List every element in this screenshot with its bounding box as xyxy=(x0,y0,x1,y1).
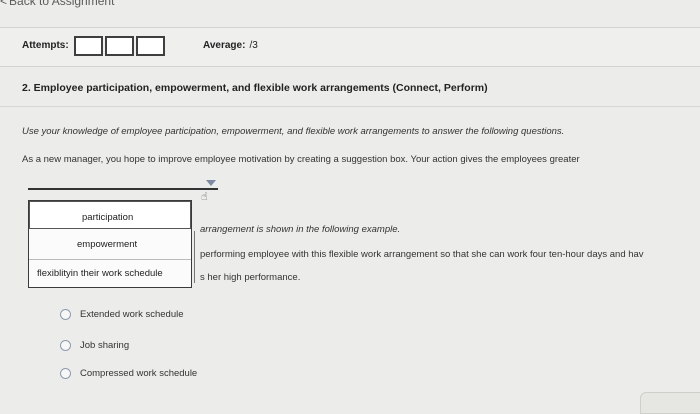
example-text-line-2: performing employee with this flexible w… xyxy=(200,249,644,260)
option-label: empowerment xyxy=(77,239,138,250)
average-text: Average: xyxy=(203,40,246,51)
dropdown-option-flexibility[interactable]: flexiblityin their work schedule xyxy=(29,259,191,287)
divider xyxy=(194,231,195,283)
chevron-left-icon: < xyxy=(0,0,8,8)
attempt-box-2 xyxy=(105,36,134,56)
attempt-box-1 xyxy=(74,36,103,56)
corner-tab xyxy=(640,392,700,414)
radio-button[interactable] xyxy=(60,340,71,351)
question-title: 2. Employee participation, empowerment, … xyxy=(22,82,488,94)
divider xyxy=(0,106,700,107)
radio-button[interactable] xyxy=(60,309,71,320)
choice-label: Job sharing xyxy=(80,340,130,351)
question-prompt: As a new manager, you hope to improve em… xyxy=(22,154,580,165)
back-link-label: Back to Assignment xyxy=(9,0,115,8)
back-to-assignment-link[interactable]: < Back to Assignment xyxy=(0,0,114,8)
attempts-label: Attempts: xyxy=(22,40,69,51)
average-label: Average:/3 xyxy=(203,40,258,51)
option-label: participation xyxy=(82,212,134,223)
dropdown-blank[interactable] xyxy=(28,188,218,190)
radio-button[interactable] xyxy=(60,368,71,379)
dropdown-option-participation[interactable]: participation xyxy=(29,201,191,229)
attempt-box-3 xyxy=(136,36,165,56)
average-value: /3 xyxy=(249,40,258,51)
question-instructions: Use your knowledge of employee participa… xyxy=(22,126,565,137)
example-text-line-1: arrangement is shown in the following ex… xyxy=(200,224,401,235)
choice-label: Compressed work schedule xyxy=(80,368,198,379)
example-text-line-3: s her high performance. xyxy=(200,272,301,283)
choice-label: Extended work schedule xyxy=(80,309,184,320)
option-label: flexiblityin their work schedule xyxy=(37,268,163,279)
dropdown-option-empowerment[interactable]: empowerment xyxy=(29,229,191,257)
caret-down-icon[interactable] xyxy=(206,180,216,186)
dropdown-options-list[interactable]: participation empowerment flexiblityin t… xyxy=(28,200,192,288)
hand-pointer-icon: ☝ xyxy=(201,191,208,203)
